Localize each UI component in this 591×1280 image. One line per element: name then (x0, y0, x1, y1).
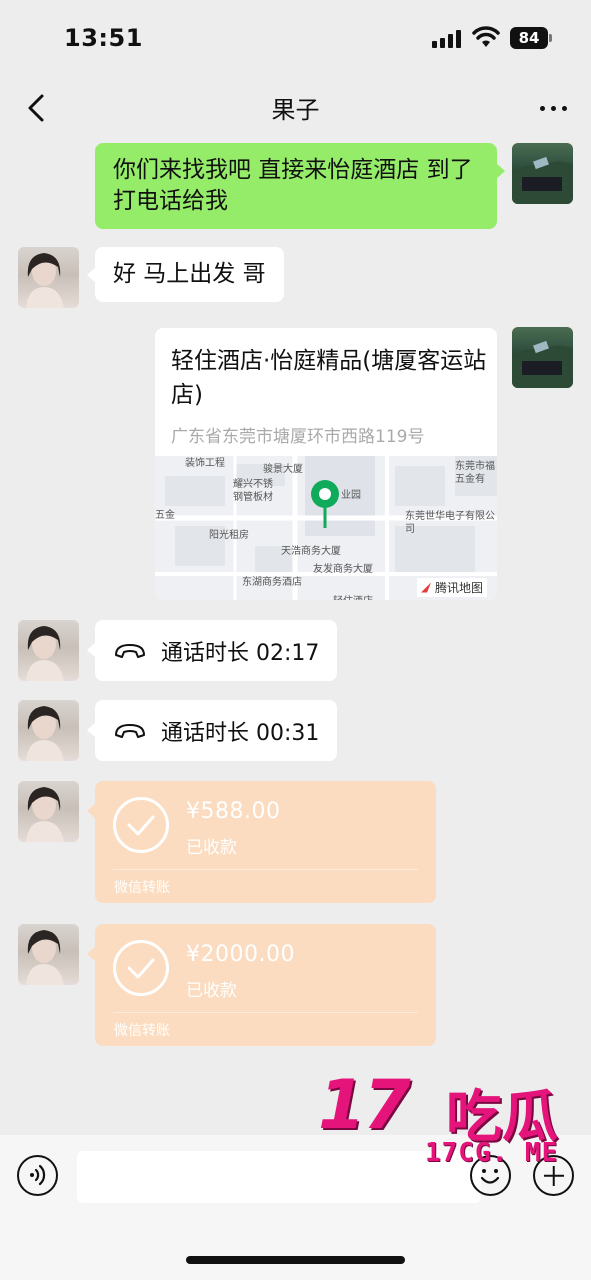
battery-indicator: 84 (510, 27, 548, 49)
message-input[interactable] (77, 1151, 481, 1203)
more-icon[interactable] (534, 93, 574, 123)
phone-icon (115, 643, 145, 658)
map-label: 装饰工程 (185, 458, 225, 469)
map-provider-name: 腾讯地图 (435, 581, 484, 595)
map-label: 天浩商务大厦 (281, 546, 341, 557)
transfer-card[interactable]: ¥588.00 已收款 微信转账 (87, 781, 436, 903)
map-label: 阳光租房 (209, 530, 249, 541)
map-label: 友发商务大厦 (313, 564, 373, 575)
location-name: 轻住酒店·怡庭精品(塘厦客运站店) (171, 348, 487, 408)
transfer-status: 已收款 (186, 838, 237, 858)
my-avatar[interactable] (512, 143, 573, 204)
map-label: 业园 (341, 490, 361, 501)
location-map[interactable]: 装饰工程 骏景大厦 耀兴不锈钢管板材 五金 阳光租房 天浩商务大厦 友发商务大厦… (155, 456, 497, 600)
message-bubble-received[interactable]: 好 马上出发 哥 (87, 247, 284, 302)
contact-avatar[interactable] (18, 620, 79, 681)
wifi-icon (472, 26, 500, 47)
battery-tip (549, 34, 552, 42)
map-label: 骏景大厦 (263, 464, 303, 475)
map-label: 五金 (155, 510, 175, 521)
map-label: 东莞世华电子有限公司 (405, 511, 495, 535)
transfer-divider (113, 1012, 418, 1013)
watermark-url: 17CG. ME (425, 1138, 559, 1168)
call-record-bubble[interactable]: 通话时长 02:17 (86, 620, 338, 681)
contact-avatar[interactable] (18, 924, 79, 985)
map-label: 耀兴不锈钢管板材 (233, 479, 273, 503)
message-bubble-sent[interactable]: 你们来找我吧 直接来怡庭酒店 到了打电话给我 (95, 143, 505, 229)
voice-input-icon[interactable] (17, 1155, 58, 1196)
check-circle-icon (113, 940, 169, 996)
contact-avatar[interactable] (18, 247, 79, 308)
signal-icon (432, 30, 462, 48)
contact-avatar[interactable] (18, 700, 79, 761)
contact-avatar[interactable] (18, 781, 79, 842)
map-label: 东莞市福五金有 (455, 461, 495, 485)
chat-header: 果子 (0, 78, 591, 138)
home-indicator (186, 1256, 405, 1264)
my-avatar[interactable] (512, 327, 573, 388)
transfer-label: 微信转账 (114, 1023, 170, 1039)
tencent-map-icon (421, 582, 431, 593)
status-bar: 13:51 84 (0, 0, 591, 78)
map-label: 东湖商务酒店 (242, 577, 302, 588)
location-pin-icon (311, 480, 339, 528)
location-address: 广东省东莞市塘厦环市西路119号 (171, 427, 425, 447)
transfer-amount: ¥2000.00 (186, 942, 295, 967)
call-duration: 通话时长 02:17 (161, 640, 320, 666)
map-label: 轻住酒店 (333, 592, 373, 600)
call-record-bubble[interactable]: 通话时长 00:31 (86, 700, 338, 761)
transfer-card[interactable]: ¥2000.00 已收款 微信转账 (87, 924, 436, 1046)
phone-icon (115, 723, 145, 738)
status-time: 13:51 (64, 24, 143, 52)
transfer-label: 微信转账 (114, 880, 170, 896)
map-provider-badge: 腾讯地图 (417, 578, 488, 597)
location-card[interactable]: 轻住酒店·怡庭精品(塘厦客运站店) 广东省东莞市塘厦环市西路119号 装饰工程 … (155, 328, 497, 600)
call-duration: 通话时长 00:31 (161, 720, 320, 746)
transfer-status: 已收款 (186, 981, 237, 1001)
transfer-amount: ¥588.00 (186, 799, 281, 824)
check-circle-icon (113, 797, 169, 853)
chat-title: 果子 (271, 96, 320, 124)
transfer-divider (113, 869, 418, 870)
watermark-number: 17 (318, 1066, 411, 1145)
